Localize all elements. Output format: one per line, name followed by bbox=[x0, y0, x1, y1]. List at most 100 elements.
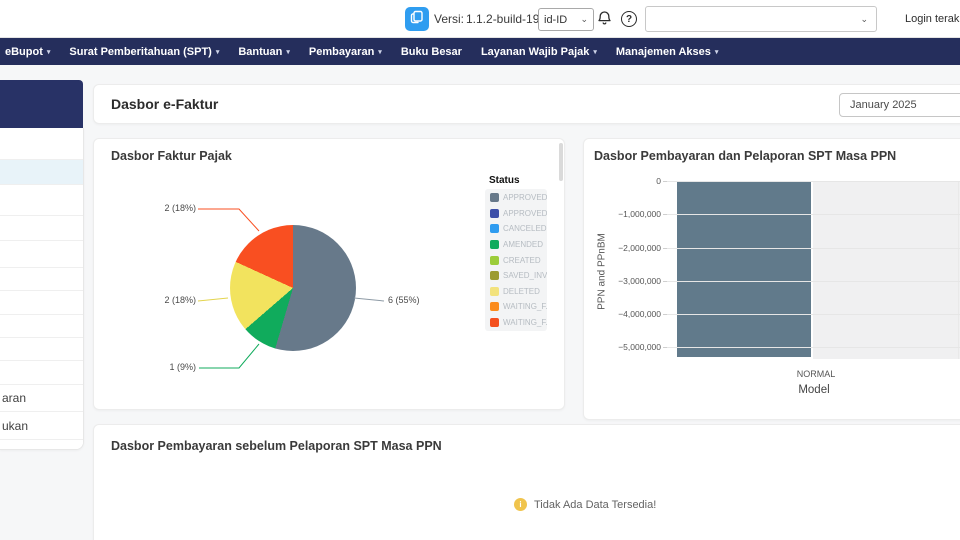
legend-title: Status bbox=[489, 175, 520, 186]
legend-item[interactable]: APPROVED_... bbox=[490, 208, 547, 218]
navbar: eBupot ▾ Surat Pemberitahuan (SPT) ▾ Bantuan… bbox=[0, 38, 960, 65]
sidebar-item[interactable] bbox=[0, 440, 83, 449]
sidebar-header-block bbox=[0, 80, 83, 128]
prelapor-card-title: Dasbor Pembayaran sebelum Pelaporan SPT … bbox=[111, 439, 442, 453]
y-tick-mark bbox=[663, 347, 667, 349]
legend-label: WAITING_F... bbox=[503, 302, 547, 312]
y-tick-mark bbox=[663, 247, 667, 249]
copy-pages-icon bbox=[410, 10, 424, 29]
sidebar-item[interactable] bbox=[0, 268, 83, 291]
legend-item[interactable]: DELETED bbox=[490, 286, 547, 296]
period-date-value: January 2025 bbox=[850, 99, 917, 111]
pie-label-approved: 6 (55%) bbox=[388, 295, 420, 305]
sidebar-item-label: ukan bbox=[2, 418, 29, 433]
sidebar-item[interactable] bbox=[0, 160, 83, 185]
nav-item-label: Layanan Wajib Pajak bbox=[480, 45, 590, 58]
legend-item[interactable]: AMENDED bbox=[490, 239, 547, 249]
faktur-pie-chart[interactable] bbox=[230, 225, 356, 351]
account-combobox[interactable]: ⌄ bbox=[645, 6, 877, 32]
page-title: Dasbor e-Faktur bbox=[111, 96, 219, 112]
ppn-report-card-title: Dasbor Pembayaran dan Pelaporan SPT Masa… bbox=[594, 149, 897, 163]
legend-item[interactable]: CANCELED bbox=[490, 224, 547, 234]
notifications-button[interactable] bbox=[596, 10, 613, 32]
y-tick-label: −3,000,000 bbox=[618, 275, 661, 286]
app-window: Versi: 1.1.2-build-1951 id-ID ⌄ ? ⌄ Logi… bbox=[0, 0, 960, 540]
legend-label: APPROVED_... bbox=[503, 208, 547, 218]
nav-item-label: Manajemen Akses bbox=[615, 45, 711, 58]
bell-icon bbox=[596, 11, 613, 31]
legend-scrollbar[interactable] bbox=[559, 143, 563, 181]
ppn-report-card: Dasbor Pembayaran dan Pelaporan SPT Masa… bbox=[583, 138, 960, 420]
plot-background-region bbox=[813, 181, 960, 359]
help-button[interactable]: ? bbox=[621, 11, 637, 27]
legend-item[interactable]: WAITING_F... bbox=[490, 318, 547, 327]
gridline bbox=[667, 314, 960, 316]
warning-icon: i bbox=[514, 498, 527, 511]
nav-item-label: Buku Besar bbox=[400, 45, 462, 58]
chevron-down-icon: ▾ bbox=[593, 48, 597, 56]
sidebar-item[interactable] bbox=[0, 185, 83, 216]
sidebar-item[interactable] bbox=[0, 338, 83, 361]
nav-item-ebupot[interactable]: eBupot ▾ bbox=[5, 46, 50, 58]
nav-item-surat-pemberitahuan-spt-[interactable]: Surat Pemberitahuan (SPT) ▾ bbox=[69, 46, 219, 58]
sidebar-item[interactable] bbox=[0, 241, 83, 268]
nav-item-buku-besar[interactable]: Buku Besar bbox=[401, 46, 462, 58]
top-bar: Versi: 1.1.2-build-1951 id-ID ⌄ ? ⌄ Logi… bbox=[0, 0, 960, 38]
prelapor-card: Dasbor Pembayaran sebelum Pelaporan SPT … bbox=[93, 424, 960, 540]
gridline bbox=[667, 181, 960, 182]
chevron-down-icon: ▾ bbox=[714, 48, 719, 56]
y-tick-label: −5,000,000 bbox=[618, 342, 661, 353]
version-label: Versi: bbox=[434, 12, 465, 26]
bar-normal[interactable] bbox=[677, 181, 811, 358]
legend-swatch bbox=[490, 208, 499, 218]
legend-swatch bbox=[490, 302, 499, 312]
legend-item[interactable]: CREATED bbox=[490, 255, 547, 265]
nav-item-label: Pembayaran bbox=[308, 45, 375, 58]
sidebar-item[interactable]: aran bbox=[0, 385, 83, 412]
legend-swatch bbox=[490, 271, 499, 281]
page-header-card: Dasbor e-Faktur January 2025 bbox=[93, 84, 960, 124]
legend-swatch bbox=[490, 193, 499, 202]
legend-label: CANCELED bbox=[503, 224, 547, 234]
sidebar-item-label: aran bbox=[2, 391, 27, 405]
legend-swatch bbox=[490, 224, 499, 234]
legend-label: CREATED bbox=[503, 255, 541, 265]
chevron-down-icon: ▾ bbox=[286, 48, 290, 56]
legend-label: DELETED bbox=[503, 286, 540, 296]
question-icon: ? bbox=[625, 13, 633, 25]
gridline bbox=[667, 247, 960, 249]
faktur-pajak-card-title: Dasbor Faktur Pajak bbox=[111, 149, 232, 163]
empty-state: i Tidak Ada Data Tersedia! bbox=[514, 498, 656, 511]
chevron-down-icon: ⌄ bbox=[580, 14, 588, 24]
faktur-pajak-card: Dasbor Faktur Pajak 2 (18%) 6 (55%) 2 (1… bbox=[93, 138, 565, 410]
y-tick-mark bbox=[663, 181, 667, 182]
app-launcher-button[interactable] bbox=[405, 7, 429, 31]
sidebar-item[interactable] bbox=[0, 315, 83, 338]
chevron-down-icon: ▾ bbox=[46, 48, 51, 56]
legend-item[interactable]: WAITING_F... bbox=[490, 302, 547, 312]
legend-label: WAITING_F... bbox=[503, 318, 547, 327]
sidebar-item[interactable] bbox=[0, 361, 83, 385]
nav-item-layanan-wajib-pajak[interactable]: Layanan Wajib Pajak ▾ bbox=[481, 46, 597, 58]
x-tick-label: NORMAL bbox=[796, 369, 836, 379]
sidebar-item[interactable] bbox=[0, 216, 83, 241]
gridline bbox=[667, 347, 960, 349]
nav-item-pembayaran[interactable]: Pembayaran ▾ bbox=[309, 46, 382, 58]
legend-item[interactable]: SAVED_INV... bbox=[490, 271, 547, 281]
legend-list: APPROVED_... APPROVED_... CANCELED AMENDED C… bbox=[485, 189, 547, 331]
pie-label-amended: 1 (9%) bbox=[169, 362, 196, 372]
sidebar-item[interactable]: ukan bbox=[0, 412, 83, 440]
nav-item-label: Bantuan bbox=[238, 45, 283, 58]
legend-label: AMENDED bbox=[503, 239, 544, 249]
gridline bbox=[667, 214, 960, 216]
nav-item-manajemen-akses[interactable]: Manajemen Akses ▾ bbox=[616, 46, 719, 58]
sidebar-item[interactable] bbox=[0, 128, 83, 160]
locale-select[interactable]: id-ID ⌄ bbox=[538, 8, 594, 31]
period-date-input[interactable]: January 2025 bbox=[839, 93, 960, 117]
nav-item-label: eBupot bbox=[5, 45, 43, 58]
legend-item[interactable]: APPROVED_... bbox=[490, 193, 547, 202]
legend-label: SAVED_INV... bbox=[503, 271, 547, 281]
nav-item-bantuan[interactable]: Bantuan ▾ bbox=[238, 46, 290, 58]
legend-swatch bbox=[490, 318, 499, 327]
sidebar-item[interactable] bbox=[0, 291, 83, 315]
